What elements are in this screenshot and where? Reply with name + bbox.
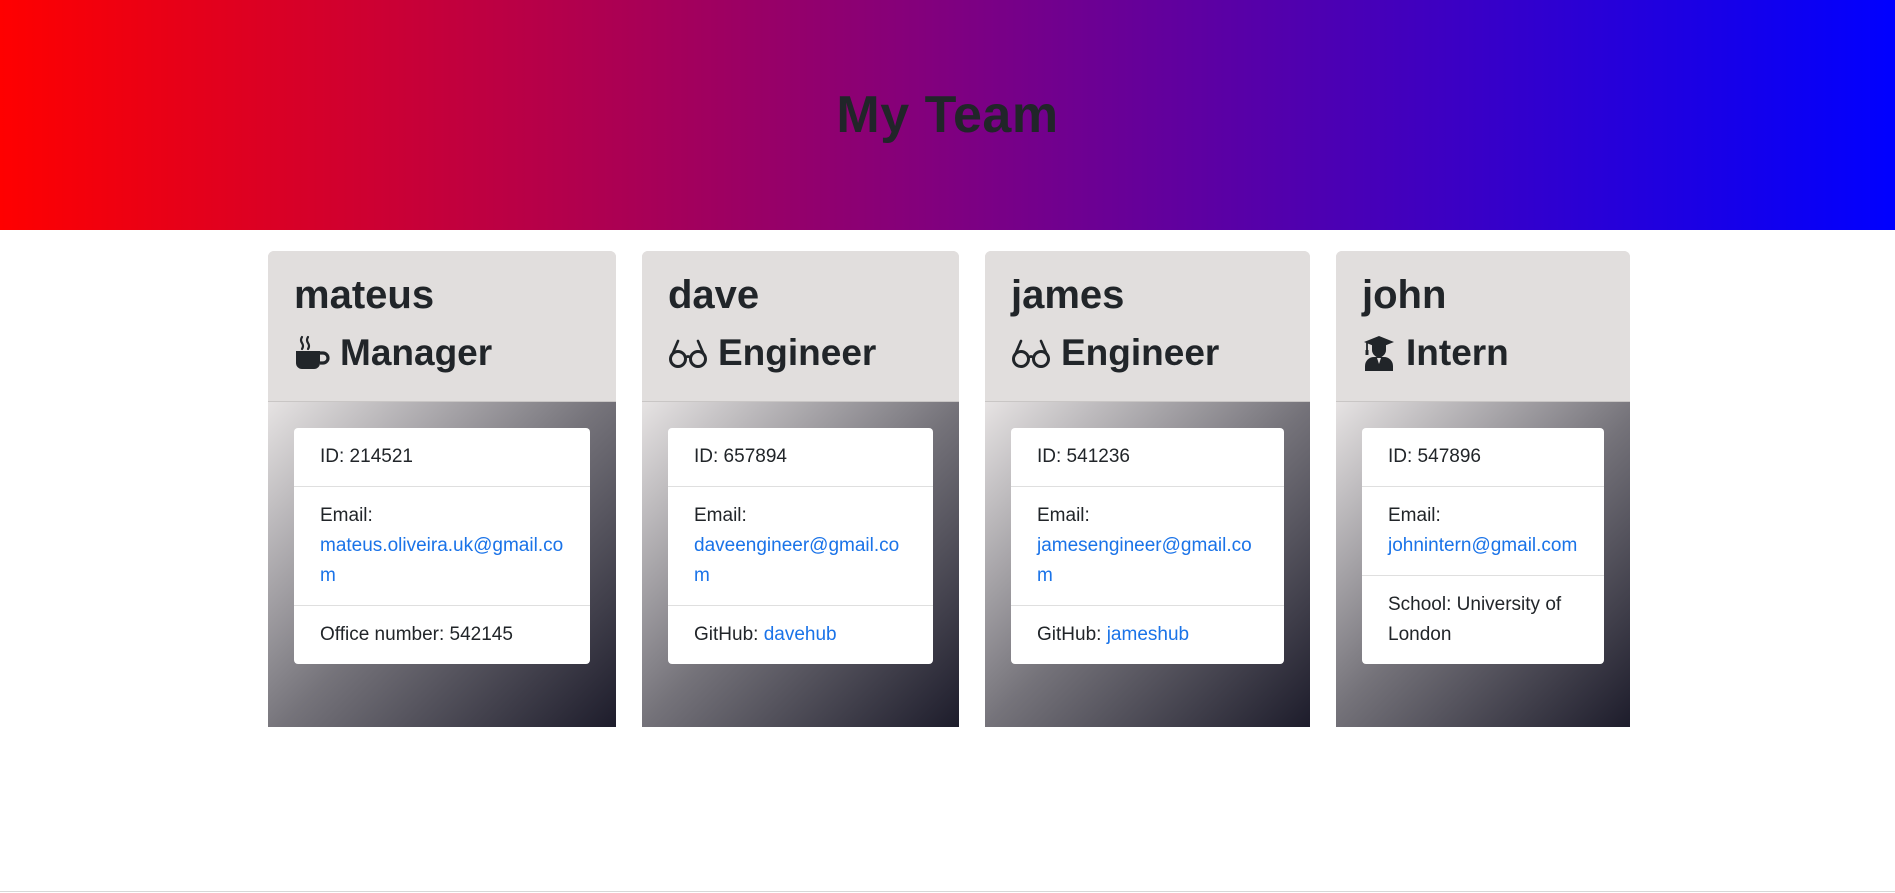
employee-name: dave <box>668 273 760 317</box>
id-item: ID: 214521 <box>294 428 590 487</box>
id-item: ID: 547896 <box>1362 428 1604 487</box>
email-item: Email: daveengineer@gmail.com <box>668 487 933 606</box>
github-link[interactable]: davehub <box>764 624 837 645</box>
id-item: ID: 541236 <box>1011 428 1284 487</box>
glasses-icon <box>1012 339 1050 368</box>
card-body: ID: 657894 Email: daveengineer@gmail.com… <box>642 402 959 727</box>
github-item: GitHub: davehub <box>668 606 933 664</box>
employee-role: Engineer <box>1011 329 1284 377</box>
email-item: Email: johnintern@gmail.com <box>1362 487 1604 576</box>
role-label: Manager <box>340 332 493 373</box>
email-link[interactable]: mateus.oliveira.uk@gmail.com <box>320 535 563 586</box>
employee-role: Intern <box>1362 329 1604 377</box>
school-label: School: University of London <box>1388 594 1562 645</box>
team-card-manager: mateus Manager ID: 214521 Email: mateus.… <box>268 251 616 727</box>
glasses-icon <box>669 339 707 368</box>
graduate-icon <box>1364 336 1394 371</box>
team-card-intern: john Intern ID: 547896 Email: johnintern… <box>1336 251 1630 727</box>
role-label: Intern <box>1406 332 1509 373</box>
role-label: Engineer <box>718 332 877 373</box>
email-item: Email: mateus.oliveira.uk@gmail.com <box>294 487 590 606</box>
info-list: ID: 547896 Email: johnintern@gmail.com S… <box>1362 428 1604 664</box>
employee-role: Manager <box>294 329 590 377</box>
info-list: ID: 541236 Email: jamesengineer@gmail.co… <box>1011 428 1284 664</box>
email-label: Email: <box>1037 505 1090 526</box>
page-header: My Team <box>0 0 1895 230</box>
email-item: Email: jamesengineer@gmail.com <box>1011 487 1284 606</box>
email-link[interactable]: johnintern@gmail.com <box>1388 535 1577 556</box>
github-item: GitHub: jameshub <box>1011 606 1284 664</box>
coffee-mug-icon <box>296 335 330 369</box>
email-label: Email: <box>1388 505 1441 526</box>
employee-name: james <box>1011 273 1125 317</box>
office-number-item: Office number: 542145 <box>320 624 513 645</box>
info-list: ID: 657894 Email: daveengineer@gmail.com… <box>668 428 933 664</box>
card-header: james Engineer <box>985 251 1310 402</box>
employee-name: mateus <box>294 273 435 317</box>
id-item: ID: 657894 <box>668 428 933 487</box>
card-header: john Intern <box>1336 251 1630 402</box>
school-item: School: University of London <box>1362 576 1604 664</box>
github-label: GitHub: <box>694 624 764 645</box>
card-body: ID: 547896 Email: johnintern@gmail.com S… <box>1336 402 1630 727</box>
page-title: My Team <box>836 86 1059 144</box>
employee-role: Engineer <box>668 329 933 377</box>
employee-name: john <box>1362 273 1447 317</box>
page-divider <box>0 891 1895 892</box>
card-header: mateus Manager <box>268 251 616 402</box>
team-card-engineer-james: james Engineer ID: 541236 Email: jamesen… <box>985 251 1310 727</box>
github-link[interactable]: jameshub <box>1107 624 1189 645</box>
email-label: Email: <box>694 505 747 526</box>
team-card-engineer-dave: dave Engineer ID: 657894 Email: daveengi… <box>642 251 959 727</box>
card-body: ID: 214521 Email: mateus.oliveira.uk@gma… <box>268 402 616 727</box>
email-link[interactable]: jamesengineer@gmail.com <box>1037 535 1252 586</box>
info-list: ID: 214521 Email: mateus.oliveira.uk@gma… <box>294 428 590 664</box>
email-label: Email: <box>320 505 373 526</box>
card-body: ID: 541236 Email: jamesengineer@gmail.co… <box>985 402 1310 727</box>
email-link[interactable]: daveengineer@gmail.com <box>694 535 899 586</box>
github-label: GitHub: <box>1037 624 1107 645</box>
card-header: dave Engineer <box>642 251 959 402</box>
role-label: Engineer <box>1061 332 1220 373</box>
